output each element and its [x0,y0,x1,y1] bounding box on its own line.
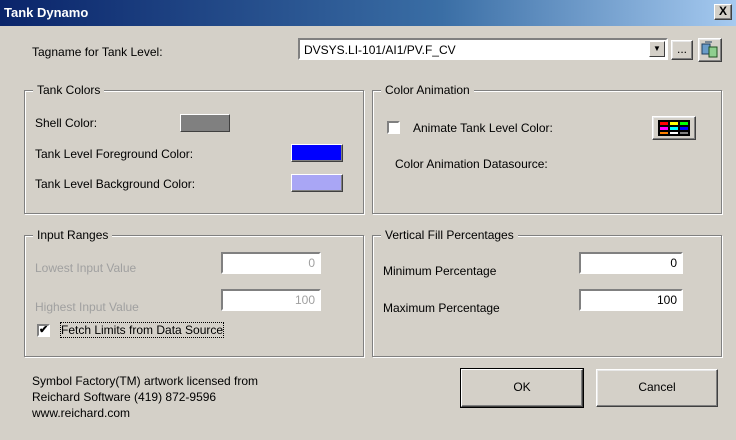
shell-color-label: Shell Color: [35,116,98,130]
tagname-combobox[interactable]: DVSYS.LI-101/AI1/PV.F_CV ▼ [298,38,668,60]
color-animation-button[interactable] [652,116,696,140]
tagname-label: Tagname for Tank Level: [32,45,163,59]
lowest-input-field[interactable]: 0 [221,252,321,274]
maximum-percentage-label: Maximum Percentage [383,301,500,315]
highest-input-label: Highest Input Value [35,300,139,314]
animation-datasource-label: Color Animation Datasource: [395,157,548,171]
input-ranges-title: Input Ranges [33,228,113,242]
input-ranges-group: Input Ranges Lowest Input Value 0 Highes… [24,228,364,357]
tag-browser-button[interactable] [698,38,722,62]
fetch-limits-checkbox[interactable]: ✔ [37,324,50,337]
tank-colors-title: Tank Colors [33,83,105,97]
tank-colors-group: Tank Colors Shell Color: Tank Level Fore… [24,83,364,214]
minimum-percentage-label: Minimum Percentage [383,264,497,278]
maximum-percentage-field[interactable]: 100 [579,289,683,311]
credits-line-2: Reichard Software (419) 872-9596 [32,390,217,404]
shell-color-button[interactable] [180,114,230,132]
foreground-color-label: Tank Level Foreground Color: [35,147,194,161]
background-color-button[interactable] [291,174,343,192]
tag-browser-icon [701,41,718,58]
animate-color-label: Animate Tank Level Color: [413,121,553,135]
tagname-value: DVSYS.LI-101/AI1/PV.F_CV [304,43,456,57]
browse-button[interactable]: ... [671,40,693,60]
lowest-input-label: Lowest Input Value [35,261,137,275]
foreground-color-button[interactable] [291,144,343,162]
animate-color-checkbox[interactable] [387,121,400,134]
color-palette-icon [658,120,690,136]
cancel-button[interactable]: Cancel [596,369,718,407]
color-animation-group: Color Animation Animate Tank Level Color… [372,83,722,214]
vertical-fill-group: Vertical Fill Percentages Minimum Percen… [372,228,722,357]
title-bar: Tank Dynamo X [0,0,736,26]
close-button[interactable]: X [714,4,732,20]
highest-input-field[interactable]: 100 [221,289,321,311]
ok-button[interactable]: OK [461,369,583,407]
window-title: Tank Dynamo [4,5,89,20]
color-animation-title: Color Animation [381,83,474,97]
credits-line-3: www.reichard.com [32,406,131,420]
fetch-limits-label: Fetch Limits from Data Source [59,322,225,338]
credits-line-1: Symbol Factory(TM) artwork licensed from [32,374,259,388]
chevron-down-icon[interactable]: ▼ [649,41,665,57]
vertical-fill-title: Vertical Fill Percentages [381,228,518,242]
background-color-label: Tank Level Background Color: [35,177,196,191]
minimum-percentage-field[interactable]: 0 [579,252,683,274]
